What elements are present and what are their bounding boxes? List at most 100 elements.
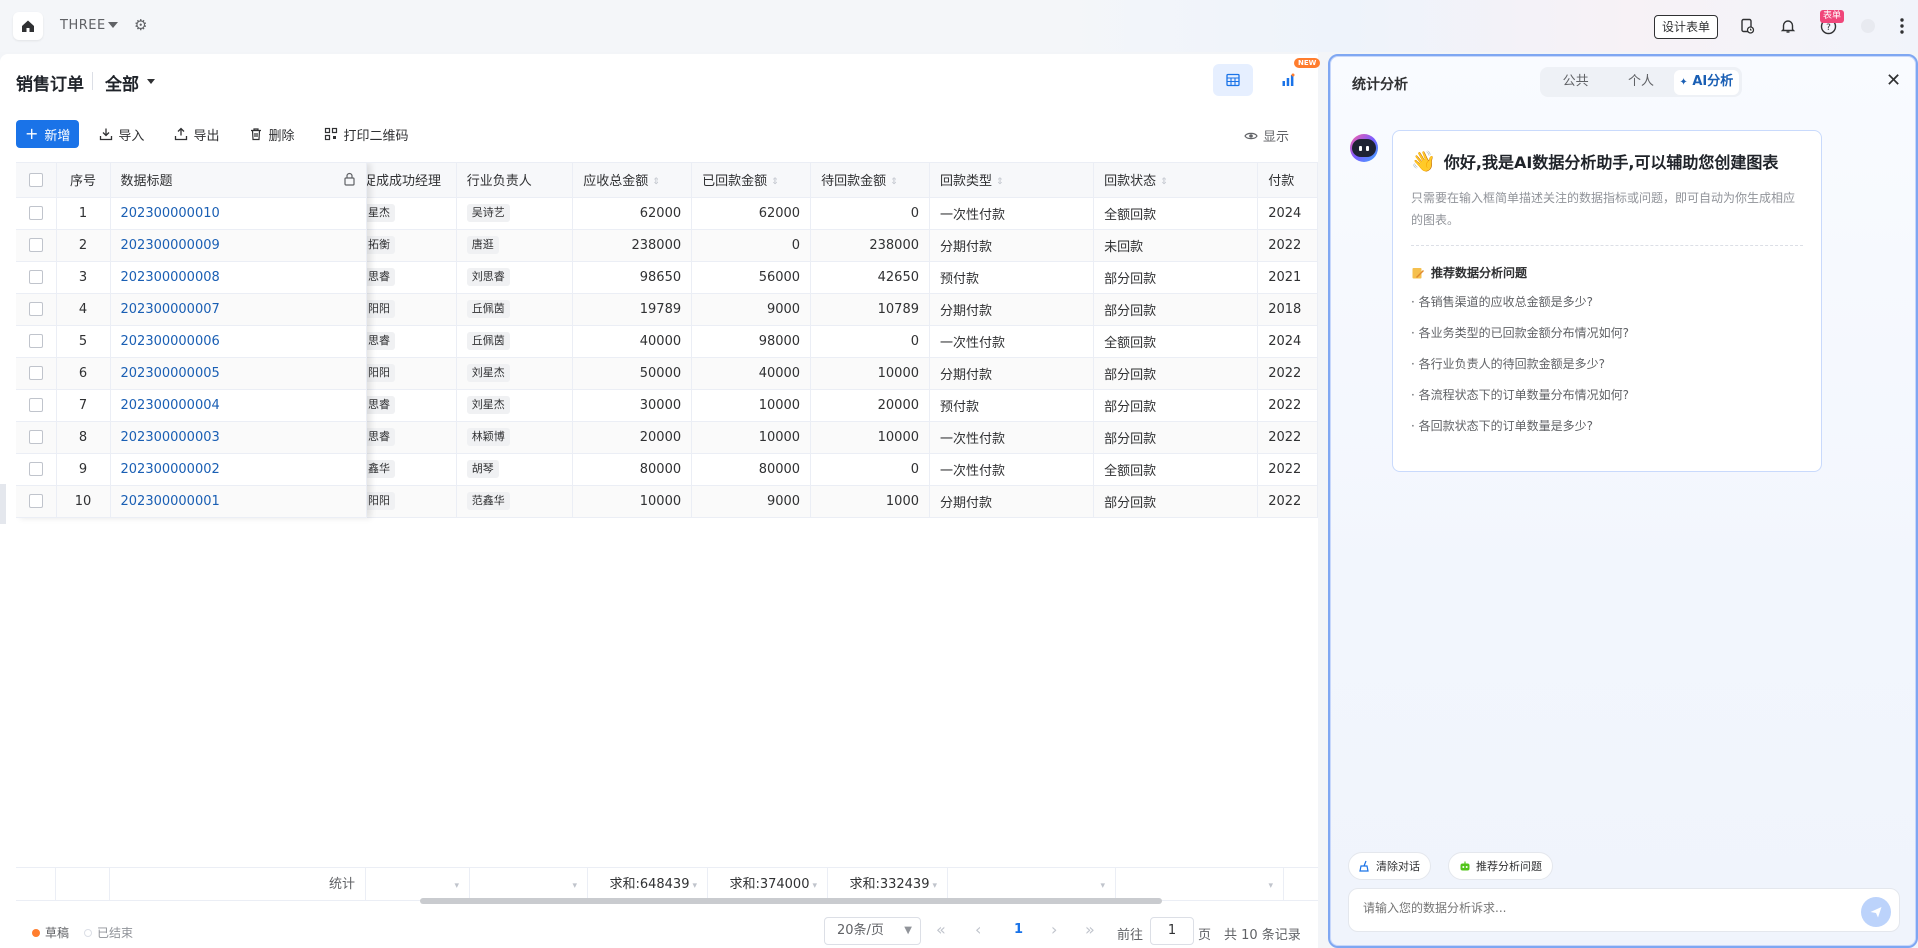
table-row[interactable]: 8 202300000003 <box>16 421 367 454</box>
horizontal-scrollbar[interactable] <box>420 898 1162 904</box>
design-form-button[interactable]: 设计表单 <box>1654 15 1719 39</box>
next-page-icon[interactable]: › <box>1051 920 1057 939</box>
form-record-icon[interactable] <box>1737 16 1757 36</box>
delete-button[interactable]: 删除 <box>249 125 294 144</box>
cell-checkbox[interactable] <box>16 453 57 486</box>
cell-checkbox[interactable] <box>16 421 57 454</box>
tab-public[interactable]: 公共 <box>1543 70 1608 94</box>
col-header-type[interactable]: 回款类型 ⇕ <box>929 163 1095 198</box>
summary-pending[interactable]: 求和:332439 ▾ <box>828 868 948 901</box>
current-page[interactable]: 1 <box>1014 922 1023 937</box>
row-checkbox[interactable] <box>28 366 43 380</box>
close-icon[interactable]: ✕ <box>1886 70 1901 91</box>
col-header-title[interactable]: 数据标题 <box>110 163 367 198</box>
cell-title-link[interactable]: 202300000009 <box>110 229 367 262</box>
sort-icon[interactable]: ⇕ <box>1160 177 1168 187</box>
row-checkbox[interactable] <box>28 494 43 508</box>
bell-icon[interactable] <box>1778 16 1798 36</box>
col-header-received[interactable]: 已回款金额 ⇕ <box>691 163 812 198</box>
sort-icon[interactable]: ⇕ <box>996 177 1004 187</box>
cell-checkbox[interactable] <box>16 485 57 518</box>
table-row[interactable]: 4 202300000007 <box>16 293 367 326</box>
cell-checkbox[interactable] <box>16 389 57 422</box>
question-item[interactable]: · 各回款状态下的订单数量是多少? <box>1411 416 1803 436</box>
summary-received[interactable]: 求和:374000 ▾ <box>708 868 828 901</box>
col-header-pay[interactable]: 付款 <box>1257 163 1318 198</box>
summary-status[interactable]: ▾ <box>1116 868 1284 901</box>
prev-page-icon[interactable]: ‹ <box>975 920 981 939</box>
col-header-pending[interactable]: 待回款金额 ⇕ <box>810 163 930 198</box>
cell-title-link[interactable]: 202300000003 <box>110 421 367 454</box>
home-button[interactable] <box>13 12 43 40</box>
clear-chat-button[interactable]: 清除对话 <box>1348 852 1431 880</box>
view-caret-icon[interactable] <box>147 79 155 84</box>
cell-checkbox[interactable] <box>16 261 57 294</box>
lock-icon[interactable] <box>343 172 356 186</box>
table-row[interactable]: 5 202300000006 <box>16 325 367 358</box>
table-row[interactable]: 2 202300000009 <box>16 229 367 262</box>
view-selector[interactable]: 全部 <box>105 70 139 95</box>
col-header-owner[interactable]: 行业负责人 <box>456 163 574 198</box>
row-checkbox[interactable] <box>28 430 43 444</box>
question-item[interactable]: · 各业务类型的已回款金额分布情况如何? <box>1411 323 1803 343</box>
row-checkbox[interactable] <box>28 302 43 316</box>
cell-title-link[interactable]: 202300000007 <box>110 293 367 326</box>
avatar[interactable] <box>1858 16 1878 36</box>
gear-icon[interactable]: ⚙ <box>134 16 147 34</box>
table-view-button[interactable] <box>1213 64 1253 96</box>
print-qr-button[interactable]: 打印二维码 <box>324 125 408 144</box>
add-button[interactable]: + 新增 <box>16 120 80 148</box>
row-checkbox[interactable] <box>28 270 43 284</box>
cell-title-link[interactable]: 202300000004 <box>110 389 367 422</box>
summary-type[interactable]: ▾ <box>948 868 1116 901</box>
chat-input[interactable] <box>1363 901 1833 915</box>
sort-icon[interactable]: ⇕ <box>652 177 660 187</box>
select-all-cell[interactable] <box>16 163 57 198</box>
cell-title-link[interactable]: 202300000008 <box>110 261 367 294</box>
recommend-questions-button[interactable]: 推荐分析问题 <box>1448 852 1553 880</box>
question-item[interactable]: · 各销售渠道的应收总金额是多少? <box>1411 292 1803 312</box>
send-button[interactable] <box>1861 897 1891 927</box>
summary-receivable[interactable]: 求和:648439 ▾ <box>588 868 708 901</box>
col-header-manager[interactable]: 促成成功经理 <box>352 163 457 198</box>
chart-view-button[interactable] <box>1268 64 1308 96</box>
row-checkbox[interactable] <box>28 206 43 220</box>
col-header-receivable[interactable]: 应收总金额 ⇕ <box>572 163 693 198</box>
cell-checkbox[interactable] <box>16 197 57 230</box>
sort-icon[interactable]: ⇕ <box>771 177 779 187</box>
last-page-icon[interactable]: » <box>1085 920 1095 939</box>
table-row[interactable]: 9 202300000002 <box>16 453 367 486</box>
col-header-status[interactable]: 回款状态 ⇕ <box>1093 163 1259 198</box>
table-row[interactable]: 7 202300000004 <box>16 389 367 422</box>
more-vertical-icon[interactable] <box>1892 16 1912 36</box>
summary-owner[interactable]: ▾ <box>470 868 588 901</box>
cell-title-link[interactable]: 202300000001 <box>110 485 367 518</box>
cell-title-link[interactable]: 202300000010 <box>110 197 367 230</box>
goto-page-input[interactable]: 1 <box>1150 917 1194 945</box>
row-checkbox[interactable] <box>28 462 43 476</box>
select-all-checkbox[interactable] <box>28 172 43 187</box>
app-switch-caret-icon[interactable] <box>108 22 118 28</box>
cell-title-link[interactable]: 202300000006 <box>110 325 367 358</box>
tab-personal[interactable]: 个人 <box>1608 70 1673 94</box>
question-item[interactable]: · 各行业负责人的待回款金额是多少? <box>1411 354 1803 374</box>
row-checkbox[interactable] <box>28 398 43 412</box>
app-name[interactable]: THREE <box>60 18 106 33</box>
tab-ai-analysis[interactable]: ✦ AI分析 <box>1673 69 1739 95</box>
row-checkbox[interactable] <box>28 238 43 252</box>
table-row[interactable]: 10 202300000001 <box>16 485 367 518</box>
row-checkbox[interactable] <box>28 334 43 348</box>
question-item[interactable]: · 各流程状态下的订单数量分布情况如何? <box>1411 385 1803 405</box>
sort-icon[interactable]: ⇕ <box>890 177 898 187</box>
export-button[interactable]: 导出 <box>174 125 219 144</box>
table-row[interactable]: 1 202300000010 <box>16 197 367 230</box>
sidebar-toggle-handle[interactable] <box>0 484 6 524</box>
table-row[interactable]: 6 202300000005 <box>16 357 367 390</box>
page-size-select[interactable]: 20条/页 ▼ <box>824 917 921 945</box>
import-button[interactable]: 导入 <box>99 125 144 144</box>
table-row[interactable]: 3 202300000008 <box>16 261 367 294</box>
cell-checkbox[interactable] <box>16 229 57 262</box>
summary-manager[interactable]: ▾ <box>366 868 470 901</box>
cell-title-link[interactable]: 202300000002 <box>110 453 367 486</box>
cell-checkbox[interactable] <box>16 325 57 358</box>
